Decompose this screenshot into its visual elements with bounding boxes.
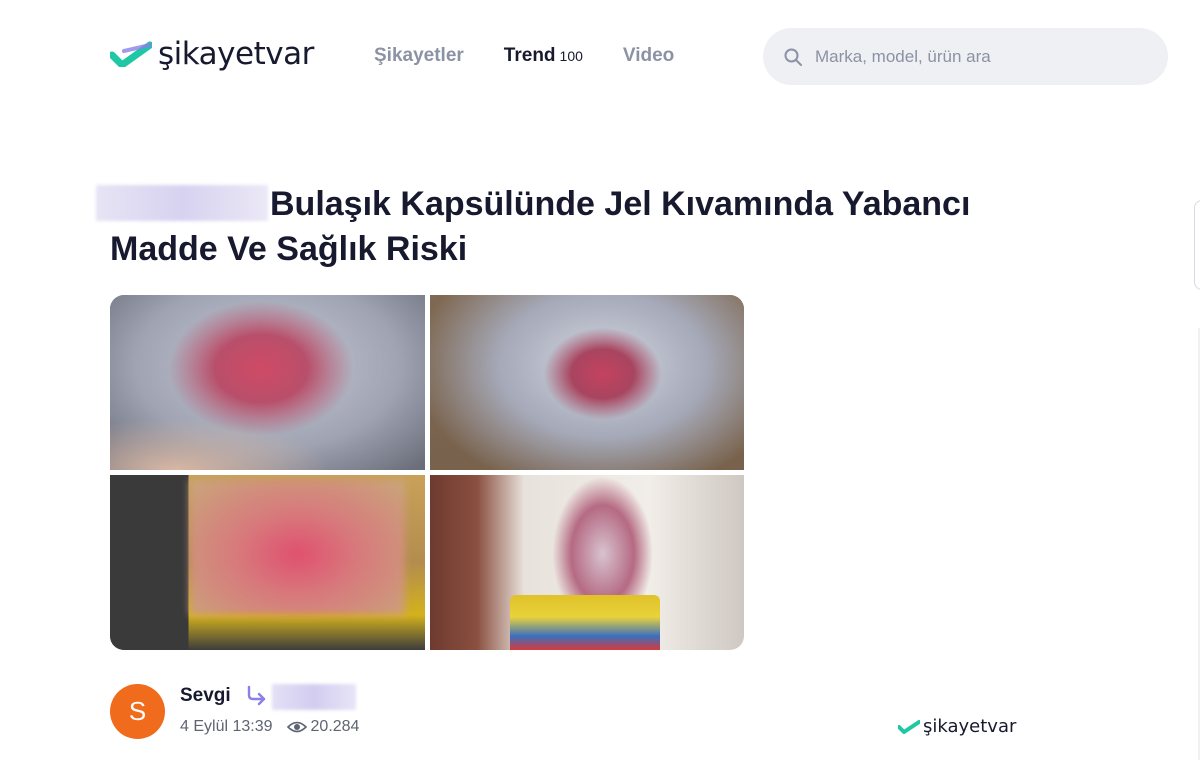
search-bar[interactable] [763, 28, 1168, 85]
reply-arrow-icon [247, 685, 266, 706]
avatar[interactable]: S [110, 684, 165, 739]
eye-icon [286, 721, 307, 733]
search-input[interactable] [813, 45, 1137, 68]
nav-video[interactable]: Video [623, 45, 674, 67]
watermark-logo: şikayetvar [898, 716, 1016, 737]
complaint-photo-4[interactable] [430, 475, 744, 650]
complaint-photo-2[interactable] [430, 295, 744, 470]
nav-sikayetler[interactable]: Şikayetler [374, 45, 464, 67]
complaint-photo-grid [110, 295, 744, 650]
blurred-brand-name [96, 185, 268, 221]
nav-trend-label: Trend [503, 45, 556, 66]
logo-check-icon [110, 41, 152, 67]
watermark-text: şikayetvar [923, 716, 1017, 737]
site-logo[interactable]: şikayetvar [110, 36, 314, 72]
blurred-region [190, 480, 405, 615]
nav-trend-badge: 100 [559, 48, 583, 64]
side-panel-edge [1194, 200, 1200, 290]
blurred-company-link[interactable] [272, 684, 356, 710]
search-icon [784, 48, 802, 66]
complaint-photo-3[interactable] [110, 475, 425, 650]
complaint-photo-1[interactable] [110, 295, 425, 470]
complaint-title[interactable]: Bulaşık Kapsülünde Jel Kıvamında Yabancı… [96, 182, 1050, 272]
nav-trend[interactable]: Trend 100 [504, 45, 583, 67]
complaint-date: 4 Eylül 13:39 [180, 718, 273, 735]
complaint-meta: 4 Eylül 13:39 20.284 [180, 718, 359, 736]
logo-text: şikayetvar [158, 36, 314, 72]
avatar-initial: S [128, 696, 147, 726]
complaint-header: Bulaşık Kapsülünde Jel Kıvamında Yabancı… [96, 182, 1050, 272]
author-name[interactable]: Sevgi [180, 685, 231, 707]
main-nav: Şikayetler Trend 100 Video [374, 45, 714, 67]
watermark-check-icon [898, 719, 920, 734]
view-count: 20.284 [310, 718, 360, 735]
